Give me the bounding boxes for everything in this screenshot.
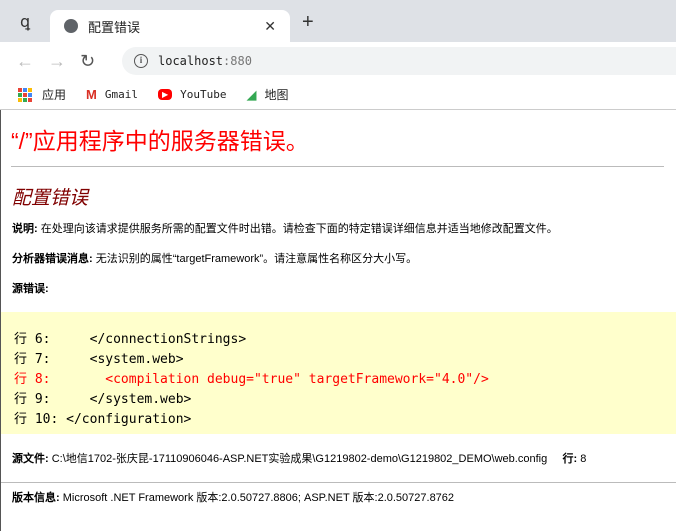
error-subtitle: 配置错误 — [12, 188, 89, 209]
apps-grid-icon — [18, 87, 32, 102]
bookmark-label: 应用 — [42, 88, 67, 102]
forward-icon[interactable]: → — [48, 51, 80, 72]
bookmark-maps[interactable]: ◢ 地图 — [247, 86, 289, 103]
globe-icon — [64, 19, 78, 33]
version-info: 版本信息: Microsoft .NET Framework 版本:2.0.50… — [12, 491, 664, 505]
parser-message: 分析器错误消息: 无法识别的属性“targetFramework”。请注意属性名… — [12, 252, 664, 266]
youtube-icon: ▶ — [157, 89, 173, 100]
description-text: 在处理向该请求提供服务所需的配置文件时出错。请检查下面的特定错误详细信息并适当地… — [37, 223, 558, 235]
url-host: localhost — [158, 54, 224, 68]
code-line: 行 6: </connectionStrings> — [14, 332, 247, 347]
address-bar[interactable]: i localhost:880 — [122, 47, 676, 75]
source-file-label: 源文件: — [12, 453, 49, 465]
bookmark-label: YouTube — [180, 88, 227, 101]
version-label: 版本信息: — [12, 492, 60, 504]
description-label: 说明: — [12, 223, 38, 235]
version-text: Microsoft .NET Framework 版本:2.0.50727.88… — [59, 492, 455, 504]
parser-text: 无法识别的属性“targetFramework”。请注意属性名称区分大小写。 — [92, 253, 418, 265]
window-border — [0, 110, 1, 531]
bookmark-label: 地图 — [264, 88, 289, 102]
profile-icon[interactable]: ꝗ — [20, 12, 30, 32]
source-file-path: C:\地信1702-张庆昆-17110906046-ASP.NET实验成果\G1… — [48, 453, 548, 465]
divider — [0, 482, 676, 483]
toolbar: ← → ↻ i localhost:880 — [0, 42, 676, 80]
source-error-label: 源错误: — [12, 282, 664, 296]
description: 说明: 在处理向该请求提供服务所需的配置文件时出错。请检查下面的特定错误详细信息… — [12, 222, 664, 236]
close-icon[interactable]: ✕ — [264, 18, 276, 35]
code-line: 行 7: <system.web> — [14, 352, 184, 367]
back-icon[interactable]: ← — [16, 51, 48, 72]
code-line: 行 9: </system.web> — [14, 392, 192, 407]
line-value: 8 — [577, 453, 587, 465]
gmail-icon: M — [86, 87, 97, 102]
parser-label: 分析器错误消息: — [12, 253, 93, 265]
new-tab-icon[interactable]: + — [302, 11, 314, 34]
bookmark-label: Gmail — [104, 88, 138, 101]
bookmark-youtube[interactable]: ▶ YouTube — [157, 88, 227, 101]
url-port: :880 — [223, 54, 252, 68]
source-file: 源文件: C:\地信1702-张庆昆-17110906046-ASP.NET实验… — [12, 452, 664, 466]
bookmarks-bar: 应用 M Gmail ▶ YouTube ◢ 地图 — [0, 80, 676, 110]
bookmark-gmail[interactable]: M Gmail — [86, 87, 138, 102]
source-code-block: 行 6: </connectionStrings> 行 7: <system.we… — [0, 312, 676, 434]
tab-bar: ꝗ 配置错误 ✕ + — [0, 0, 676, 42]
tab-title: 配置错误 — [88, 19, 141, 35]
info-icon[interactable]: i — [134, 54, 148, 68]
code-line-error: 行 8: <compilation debug="true" targetFra… — [14, 372, 489, 387]
reload-icon[interactable]: ↻ — [80, 51, 112, 72]
code-line: 行 10: </configuration> — [14, 412, 192, 427]
bookmark-apps[interactable]: 应用 — [18, 86, 66, 103]
line-label: 行: — [562, 453, 578, 465]
page-content: “/”应用程序中的服务器错误。 配置错误 说明: 在处理向该请求提供服务所需的配… — [0, 122, 676, 505]
source-label: 源错误: — [12, 283, 49, 295]
tab-active[interactable]: 配置错误 ✕ — [50, 10, 290, 42]
maps-icon: ◢ — [246, 86, 257, 102]
page-title: “/”应用程序中的服务器错误。 — [11, 122, 664, 167]
